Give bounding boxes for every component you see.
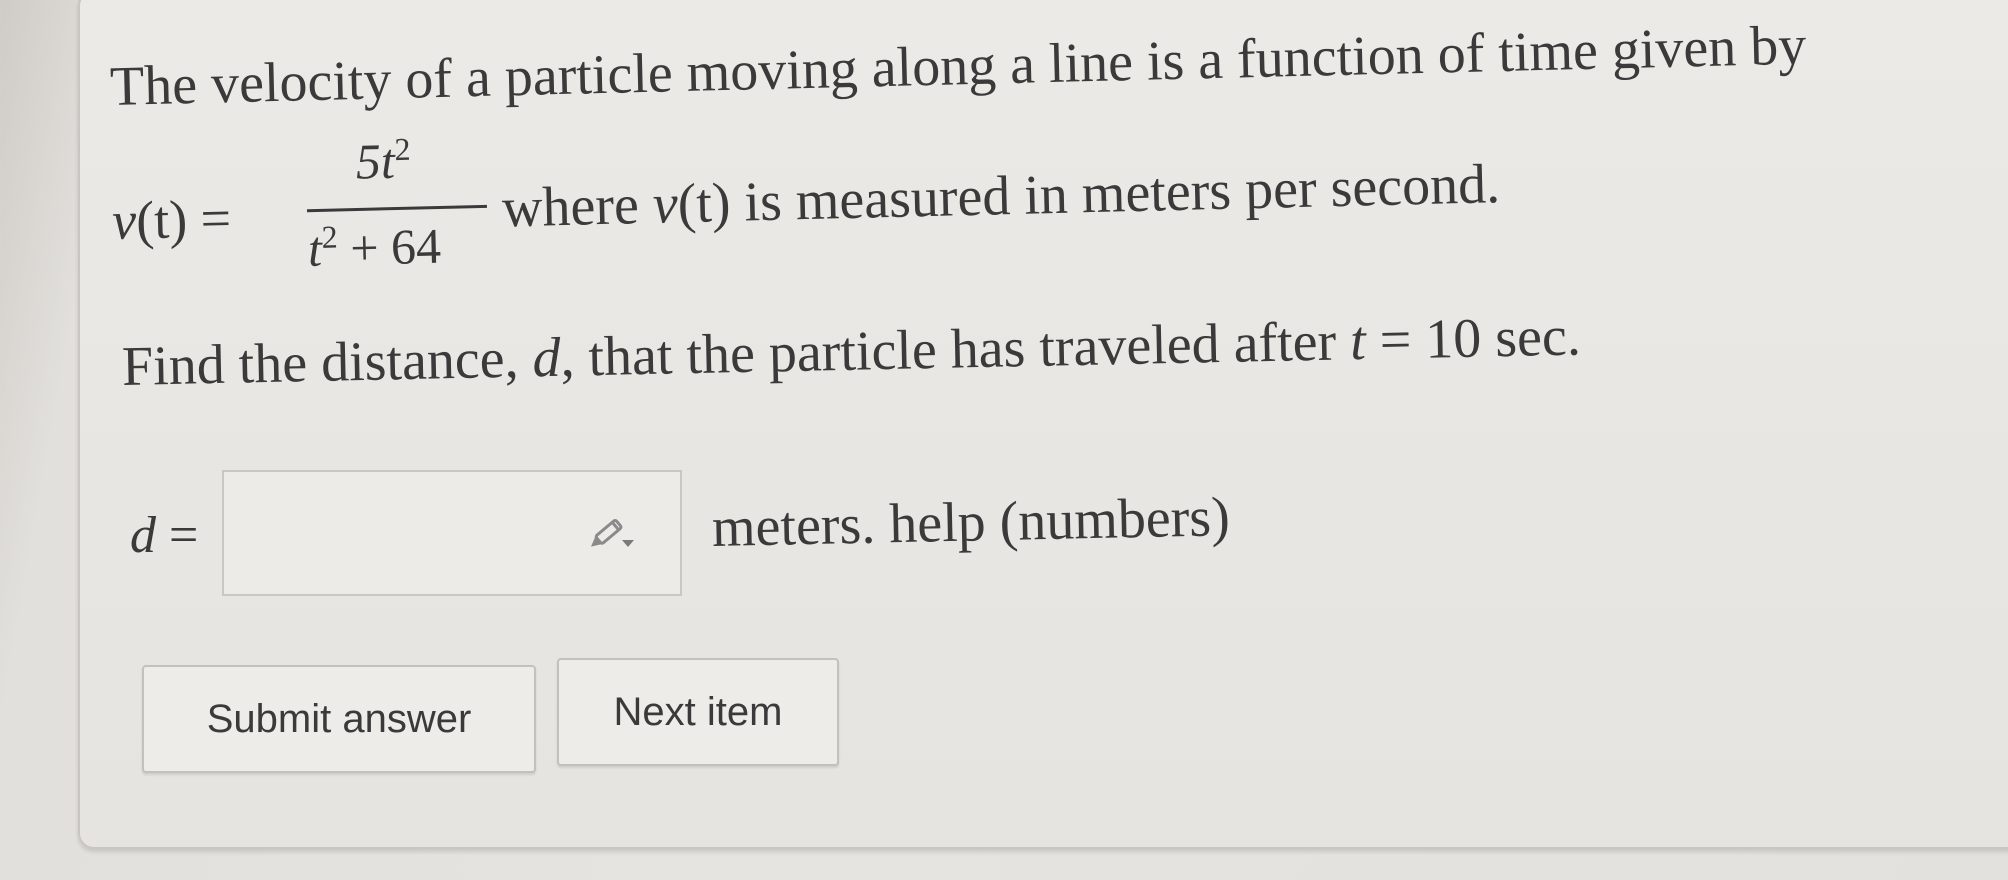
fraction-denominator: t2 + 64 xyxy=(307,217,442,277)
formula-lhs-v: v xyxy=(111,190,137,251)
formula-fraction: 5t2 t2 + 64 xyxy=(305,129,488,277)
next-item-button[interactable]: Next item xyxy=(557,658,839,766)
pencil-icon[interactable] xyxy=(590,512,638,552)
formula-lhs: v(t) = xyxy=(111,187,231,252)
submit-answer-button[interactable]: Submit answer xyxy=(142,665,536,773)
units-label: meters. xyxy=(711,493,876,559)
formula-lhs-t: (t) = xyxy=(135,188,232,251)
help-link[interactable]: help (numbers) xyxy=(889,486,1231,555)
fraction-bar xyxy=(306,204,487,213)
fraction-numerator: 5t2 xyxy=(355,130,411,190)
answer-label: d = xyxy=(130,507,199,564)
units-and-help: meters. help (numbers) xyxy=(711,485,1230,560)
